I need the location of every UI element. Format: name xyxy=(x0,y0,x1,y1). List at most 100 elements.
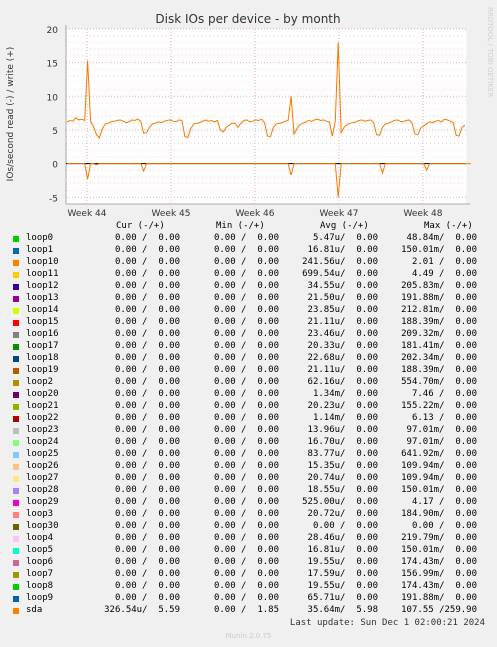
legend-cur: 0.00 / 0.00 xyxy=(114,293,180,303)
legend-name: loop8 xyxy=(26,581,54,591)
legend-cur: 0.00 / 0.00 xyxy=(114,281,180,291)
legend-cur: 0.00 / 0.00 xyxy=(114,509,180,519)
legend-name: loop3 xyxy=(26,509,54,519)
legend-name: loop1 xyxy=(26,245,54,255)
legend-min: 0.00 / 0.00 xyxy=(213,281,279,291)
legend-row: loop25 0.00 / 0.00 0.00 / 0.00 83.77u/ 0.00… xyxy=(0,449,497,461)
legend-max: 48.84m/ 0.00 xyxy=(406,233,477,243)
legend-swatch xyxy=(13,476,19,482)
legend-row: loop9 0.00 / 0.00 0.00 / 0.00 65.71u/ 0.00 1… xyxy=(0,593,497,605)
legend-cur: 0.00 / 0.00 xyxy=(114,545,180,555)
legend-min: 0.00 / 0.00 xyxy=(213,293,279,303)
y-ticks: -5 0 5 10 15 20 xyxy=(47,26,59,204)
legend-avg: 16.70u/ 0.00 xyxy=(307,437,378,447)
legend-avg: 17.59u/ 0.00 xyxy=(307,569,378,579)
legend-name: sda xyxy=(26,605,43,615)
legend-cur: 0.00 / 0.00 xyxy=(114,437,180,447)
legend-avg: 83.77u/ 0.00 xyxy=(307,449,378,459)
legend-max: 155.22m/ 0.00 xyxy=(401,401,477,411)
legend-cur: 0.00 / 0.00 xyxy=(114,353,180,363)
legend-max: 188.39m/ 0.00 xyxy=(401,317,477,327)
legend-avg: 241.56u/ 0.00 xyxy=(302,257,378,267)
y-axis-label: IOs/second read (-) / write (+) xyxy=(6,47,16,182)
legend-avg: 1.14m/ 0.00 xyxy=(312,413,378,423)
legend-name: loop30 xyxy=(26,521,59,531)
x-tick-label: Week 46 xyxy=(236,209,275,219)
legend-row: loop12 0.00 / 0.00 0.00 / 0.00 34.55u/ 0.00… xyxy=(0,281,497,293)
chart: -505101520 Week 44 Week 45 Week 46 Week 47 W… xyxy=(6,12,471,219)
legend-name: loop9 xyxy=(26,593,54,603)
legend-row: loop13 0.00 / 0.00 0.00 / 0.00 21.50u/ 0.00… xyxy=(0,293,497,305)
legend-avg: 20.33u/ 0.00 xyxy=(307,341,378,351)
legend-min: 0.00 / 0.00 xyxy=(213,377,279,387)
legend-name: loop0 xyxy=(26,233,54,243)
legend-min: 0.00 / 0.00 xyxy=(213,545,279,555)
legend-row: sda 326.54u/ 5.59 0.00 / 1.85 35.64m/ 5.98 1… xyxy=(0,605,497,617)
legend-name: loop10 xyxy=(26,257,59,267)
last-update: Last update: Sun Dec 1 02:00:21 2024 xyxy=(289,618,485,628)
y-tick-label: 15 xyxy=(47,60,58,70)
legend-min: 0.00 / 0.00 xyxy=(213,305,279,315)
legend-max: 109.94m/ 0.00 xyxy=(401,473,477,483)
legend-cur: 0.00 / 0.00 xyxy=(114,521,180,531)
legend-avg: 21.11u/ 0.00 xyxy=(307,317,378,327)
legend-max: 191.88m/ 0.00 xyxy=(401,593,477,603)
legend-row: loop24 0.00 / 0.00 0.00 / 0.00 16.70u/ 0.00… xyxy=(0,437,497,449)
legend-swatch xyxy=(13,608,19,614)
legend-name: loop2 xyxy=(26,377,54,387)
legend-swatch xyxy=(13,344,19,350)
chart-title: Disk IOs per device - by month xyxy=(155,12,340,26)
legend-cur: 0.00 / 0.00 xyxy=(114,341,180,351)
legend-avg: 16.81u/ 0.00 xyxy=(307,545,378,555)
legend-name: loop15 xyxy=(26,317,59,327)
legend-avg: 18.55u/ 0.00 xyxy=(307,485,378,495)
legend-max: 554.70m/ 0.00 xyxy=(401,377,477,387)
legend-swatch xyxy=(13,464,19,470)
legend-avg: 19.55u/ 0.00 xyxy=(307,557,378,567)
x-tick-label: Week 47 xyxy=(320,209,359,219)
legend-max: 184.90m/ 0.00 xyxy=(401,509,477,519)
legend-name: loop24 xyxy=(26,437,59,447)
legend-min: 0.00 / 0.00 xyxy=(213,473,279,483)
legend-row: loop0 0.00 / 0.00 0.00 / 0.00 5.47u/ 0.00 48… xyxy=(0,233,497,245)
legend-name: loop23 xyxy=(26,425,59,435)
legend-cur: 0.00 / 0.00 xyxy=(114,233,180,243)
header-cur: Cur (-/+) xyxy=(116,221,165,231)
legend-cur: 0.00 / 0.00 xyxy=(114,461,180,471)
legend-cur: 0.00 / 0.00 xyxy=(114,533,180,543)
legend-name: loop7 xyxy=(26,569,54,579)
legend-row: loop10 0.00 / 0.00 0.00 / 0.00 241.56u/ 0.0… xyxy=(0,257,497,269)
legend-cur: 0.00 / 0.00 xyxy=(114,389,180,399)
x-ticks: Week 44 Week 45 Week 46 Week 47 Week 48 xyxy=(68,209,443,219)
legend-name: loop27 xyxy=(26,473,59,483)
legend-avg: 15.35u/ 0.00 xyxy=(307,461,378,471)
x-tick-label: Week 44 xyxy=(68,209,107,219)
legend-max: 181.41m/ 0.00 xyxy=(401,341,477,351)
legend-min: 0.00 / 0.00 xyxy=(213,485,279,495)
legend-cur: 0.00 / 0.00 xyxy=(114,497,180,507)
legend-row: loop11 0.00 / 0.00 0.00 / 0.00 699.54u/ 0.0… xyxy=(0,269,497,281)
legend-avg: 28.46u/ 0.00 xyxy=(307,533,378,543)
legend-min: 0.00 / 0.00 xyxy=(213,461,279,471)
legend-min: 0.00 / 0.00 xyxy=(213,401,279,411)
legend-swatch xyxy=(13,404,19,410)
y-tick-label: 5 xyxy=(52,127,58,137)
legend-min: 0.00 / 0.00 xyxy=(213,593,279,603)
legend-min: 0.00 / 0.00 xyxy=(213,425,279,435)
legend-avg: 20.23u/ 0.00 xyxy=(307,401,378,411)
legend-name: loop5 xyxy=(26,545,54,555)
legend-swatch xyxy=(13,440,19,446)
legend-cur: 0.00 / 0.00 xyxy=(114,365,180,375)
legend-swatch xyxy=(13,368,19,374)
legend-cur: 326.54u/ 5.59 xyxy=(104,605,180,615)
legend-max: 205.83m/ 0.00 xyxy=(401,281,477,291)
legend-row: loop1 0.00 / 0.00 0.00 / 0.00 16.81u/ 0.00 1… xyxy=(0,245,497,257)
legend-avg: 1.34m/ 0.00 xyxy=(312,389,378,399)
legend-row: loop17 0.00 / 0.00 0.00 / 0.00 20.33u/ 0.00… xyxy=(0,341,497,353)
legend-row: loop23 0.00 / 0.00 0.00 / 0.00 13.96u/ 0.00… xyxy=(0,425,497,437)
legend-avg: 62.16u/ 0.00 xyxy=(307,377,378,387)
legend-swatch xyxy=(13,332,19,338)
legend-name: loop13 xyxy=(26,293,59,303)
legend-row: loop2 0.00 / 0.00 0.00 / 0.00 62.16u/ 0.00 5… xyxy=(0,377,497,389)
legend-swatch xyxy=(13,524,19,530)
